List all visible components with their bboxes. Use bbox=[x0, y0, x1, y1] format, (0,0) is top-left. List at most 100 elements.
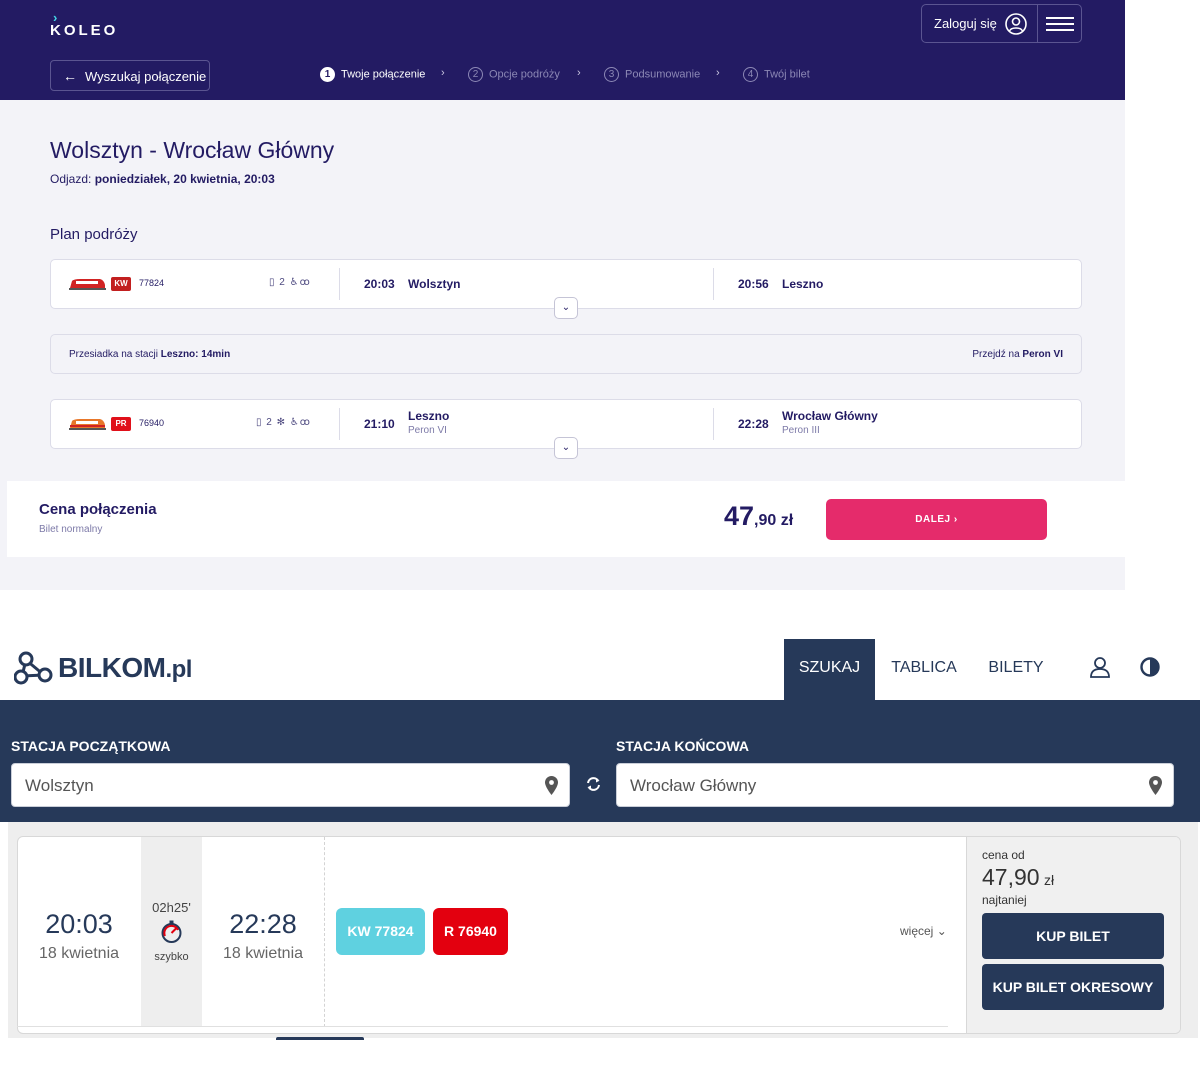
wc-icon: ▯ bbox=[256, 417, 263, 428]
price-box: cena od 47,90 zł najtaniej KUP BILET KUP… bbox=[966, 837, 1180, 1033]
arrow-left-icon: ← bbox=[63, 68, 77, 84]
price-from-label: cena od bbox=[982, 848, 1025, 862]
step-1: 1 Twoje połączenie bbox=[320, 67, 425, 82]
nav-tickets[interactable]: BILETY bbox=[972, 639, 1060, 700]
amenities-icons: ▯ 2 ♿ꝏ bbox=[269, 277, 311, 288]
next-button[interactable]: DALEJ › bbox=[826, 499, 1047, 540]
train-icon bbox=[69, 419, 106, 430]
stopwatch-icon bbox=[161, 920, 182, 943]
step-1-number: 1 bbox=[320, 67, 335, 82]
location-pin-icon[interactable] bbox=[1149, 776, 1162, 795]
contrast-icon[interactable] bbox=[1139, 656, 1161, 678]
expand-leg-button[interactable]: ⌄ bbox=[554, 297, 578, 319]
to-station-input[interactable]: Wrocław Główny bbox=[616, 763, 1174, 807]
connection-result[interactable]: 20:03 18 kwietnia 02h25' szybko 22:28 18… bbox=[17, 836, 1181, 1034]
train-number: 77824 bbox=[139, 278, 165, 288]
journey-leg-1[interactable]: KW 77824 ▯ 2 ♿ꝏ 20:03 Wolsztyn 20:56 Les… bbox=[50, 259, 1082, 319]
location-pin-icon[interactable] bbox=[545, 776, 558, 795]
transfer-prefix: Przesiadka na stacji bbox=[69, 349, 158, 360]
duration: 02h25' bbox=[152, 900, 191, 915]
swap-stations-icon[interactable] bbox=[586, 776, 601, 792]
price-rest: ,90 zł bbox=[754, 512, 794, 529]
nav-search[interactable]: SZUKAJ bbox=[784, 639, 875, 700]
user-icon[interactable] bbox=[1089, 656, 1111, 678]
transfer-text: Przesiadka na stacji Leszno: 14min bbox=[69, 349, 230, 360]
arrival-time: 22:28 bbox=[229, 909, 297, 939]
departure-station: Wolsztyn bbox=[408, 277, 461, 291]
chevron-right-icon: › bbox=[441, 67, 445, 79]
step-3-number: 3 bbox=[604, 67, 619, 82]
class-count: 2 bbox=[279, 277, 286, 288]
from-station-label: STACJA POCZĄTKOWA bbox=[11, 738, 171, 754]
bilkom-logo-suffix: .pl bbox=[165, 656, 192, 683]
koleo-panel: › KOLEO Zaloguj się ← Wyszukaj połączeni… bbox=[0, 0, 1125, 590]
train-icon bbox=[69, 279, 106, 290]
to-station-label: STACJA KOŃCOWA bbox=[616, 738, 749, 754]
menu-icon[interactable] bbox=[1046, 17, 1074, 31]
login-separator bbox=[1037, 5, 1038, 42]
back-to-search-label: Wyszukaj połączenie bbox=[85, 69, 207, 84]
from-station-input[interactable]: Wolsztyn bbox=[11, 763, 570, 807]
nav-board[interactable]: TABLICA bbox=[876, 639, 972, 700]
carrier-badge: KW bbox=[111, 277, 131, 291]
step-3: 3 Podsumowanie bbox=[604, 67, 700, 82]
wc-icon: ▯ bbox=[269, 277, 276, 288]
arrival-column: 22:28 18 kwietnia bbox=[202, 837, 324, 1027]
search-form: STACJA POCZĄTKOWA Wolsztyn STACJA KOŃCOW… bbox=[0, 700, 1200, 822]
login-link[interactable]: Zaloguj się bbox=[934, 16, 997, 31]
price-currency: zł bbox=[1044, 872, 1055, 888]
departure-info: Odjazd: poniedziałek, 20 kwietnia, 20:03 bbox=[50, 172, 275, 186]
from-station-value: Wolsztyn bbox=[25, 776, 94, 795]
leg-divider bbox=[713, 268, 714, 300]
departure-time: 20:03 bbox=[45, 909, 113, 939]
carrier-badge: PR bbox=[111, 417, 131, 431]
user-icon[interactable] bbox=[1005, 13, 1027, 35]
chevron-down-icon: ⌄ bbox=[561, 442, 571, 453]
transfer-platform: Przejdź na Peron VI bbox=[972, 349, 1063, 360]
train-number: 76940 bbox=[139, 418, 165, 428]
koleo-logo-text: KOLEO bbox=[50, 22, 119, 39]
train-badge-kw[interactable]: KW 77824 bbox=[336, 908, 425, 955]
step-4: 4 Twój bilet bbox=[743, 67, 810, 82]
class-count: 2 bbox=[266, 417, 273, 428]
bilkom-logo-icon bbox=[14, 651, 53, 685]
route-title: Wolsztyn - Wrocław Główny bbox=[50, 137, 335, 163]
back-to-search-button[interactable]: ← Wyszukaj połączenie bbox=[50, 60, 210, 91]
departure-time: 20:03 bbox=[364, 277, 395, 291]
step-2-label: Opcje podróży bbox=[489, 68, 560, 81]
step-4-number: 4 bbox=[743, 67, 758, 82]
bilkom-logo[interactable]: BILKOM.pl bbox=[14, 648, 192, 688]
bike-icon: ꝏ bbox=[299, 277, 311, 288]
next-button-label: DALEJ bbox=[915, 514, 951, 525]
more-link[interactable]: więcej ⌄ bbox=[900, 924, 947, 938]
expand-leg-button[interactable]: ⌄ bbox=[554, 437, 578, 459]
bilkom-logo-main: BILKOM bbox=[58, 652, 166, 683]
price: 47,90 zł bbox=[982, 864, 1054, 891]
to-station-value: Wrocław Główny bbox=[630, 776, 757, 795]
buy-period-ticket-button[interactable]: KUP BILET OKRESOWY bbox=[982, 964, 1164, 1010]
transfer-platform-value: Peron VI bbox=[1022, 349, 1063, 360]
speed-label: szybko bbox=[154, 951, 189, 963]
departure-label: Odjazd: bbox=[50, 172, 92, 186]
price-amount: 47,90 zł bbox=[724, 501, 793, 532]
arrival-platform: Peron III bbox=[782, 425, 820, 436]
login-box: Zaloguj się bbox=[921, 4, 1082, 43]
price-main: 47 bbox=[724, 501, 755, 531]
buy-ticket-button[interactable]: KUP BILET bbox=[982, 913, 1164, 959]
tab-indicator bbox=[276, 1037, 364, 1040]
departure-station: Leszno bbox=[408, 409, 450, 423]
air-conditioning-icon: ✻ bbox=[276, 417, 287, 428]
arrival-date: 18 kwietnia bbox=[222, 945, 304, 962]
column-divider bbox=[324, 837, 325, 1027]
arrival-station: Leszno bbox=[782, 277, 824, 291]
more-label: więcej bbox=[900, 924, 934, 938]
step-3-label: Podsumowanie bbox=[625, 68, 701, 81]
chevron-right-icon: › bbox=[953, 514, 958, 525]
journey-leg-2[interactable]: PR 76940 ▯ 2 ✻ ♿ꝏ 21:10 Leszno Peron VI … bbox=[50, 399, 1082, 459]
leg-divider bbox=[339, 268, 340, 300]
price-value: 47,90 bbox=[982, 864, 1040, 890]
leg-divider bbox=[339, 408, 340, 440]
departure-column: 20:03 18 kwietnia bbox=[18, 837, 140, 1027]
arrival-time: 20:56 bbox=[738, 277, 769, 291]
train-badge-r[interactable]: R 76940 bbox=[433, 908, 508, 955]
